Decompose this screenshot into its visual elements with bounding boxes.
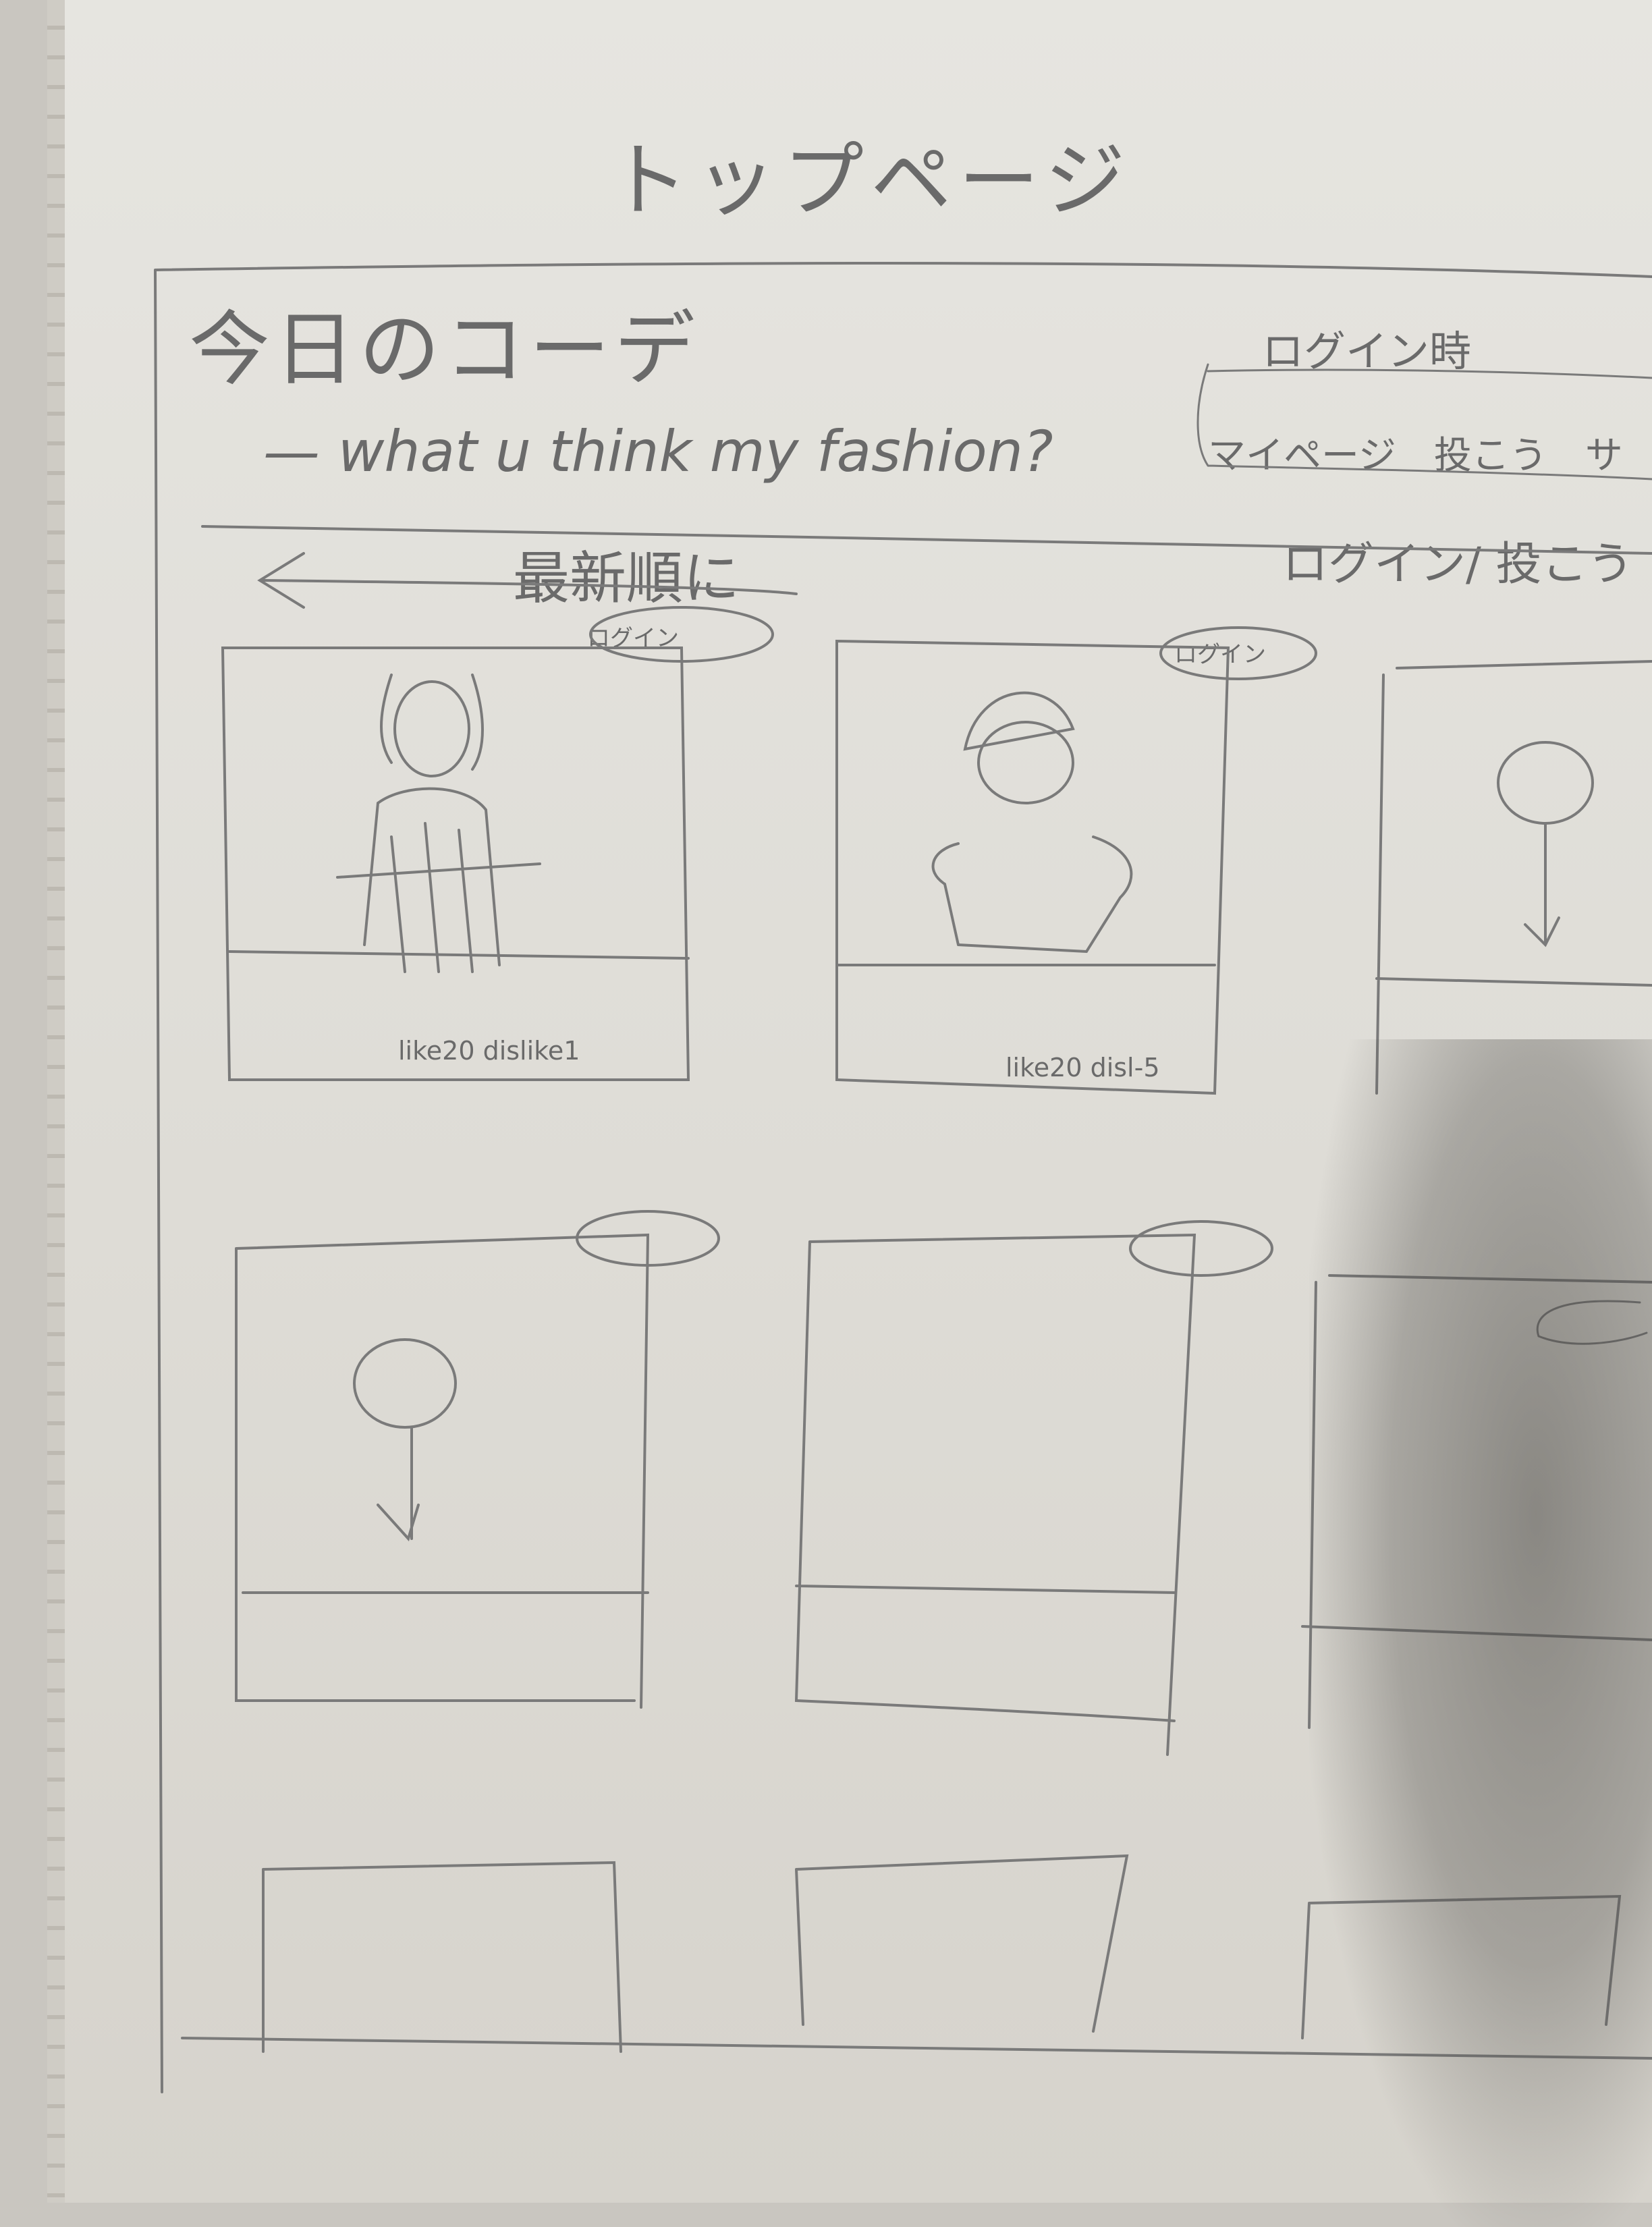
card-5-badge-outline <box>1129 1220 1273 1277</box>
card-2-frame <box>835 639 1230 1095</box>
card-8-frame <box>795 1854 1129 2033</box>
card-7-frame <box>262 1861 622 2053</box>
nav-divider <box>201 525 1652 555</box>
card-3-frame <box>1375 660 1652 1095</box>
card-2-person-sketch <box>931 691 1133 953</box>
card-2-badge-outline <box>1159 626 1317 680</box>
login-dropdown-outline <box>1196 363 1652 480</box>
card-4-frame <box>235 1233 650 1709</box>
card-3-placeholder-icon <box>1497 741 1594 947</box>
back-arrow-icon <box>257 552 798 609</box>
card-4-placeholder-icon <box>353 1338 457 1541</box>
card-5-frame <box>794 1233 1196 1756</box>
hand-shadow <box>1309 1039 1652 2227</box>
card-1-frame <box>221 647 690 1081</box>
card-1-person-sketch <box>336 673 541 973</box>
